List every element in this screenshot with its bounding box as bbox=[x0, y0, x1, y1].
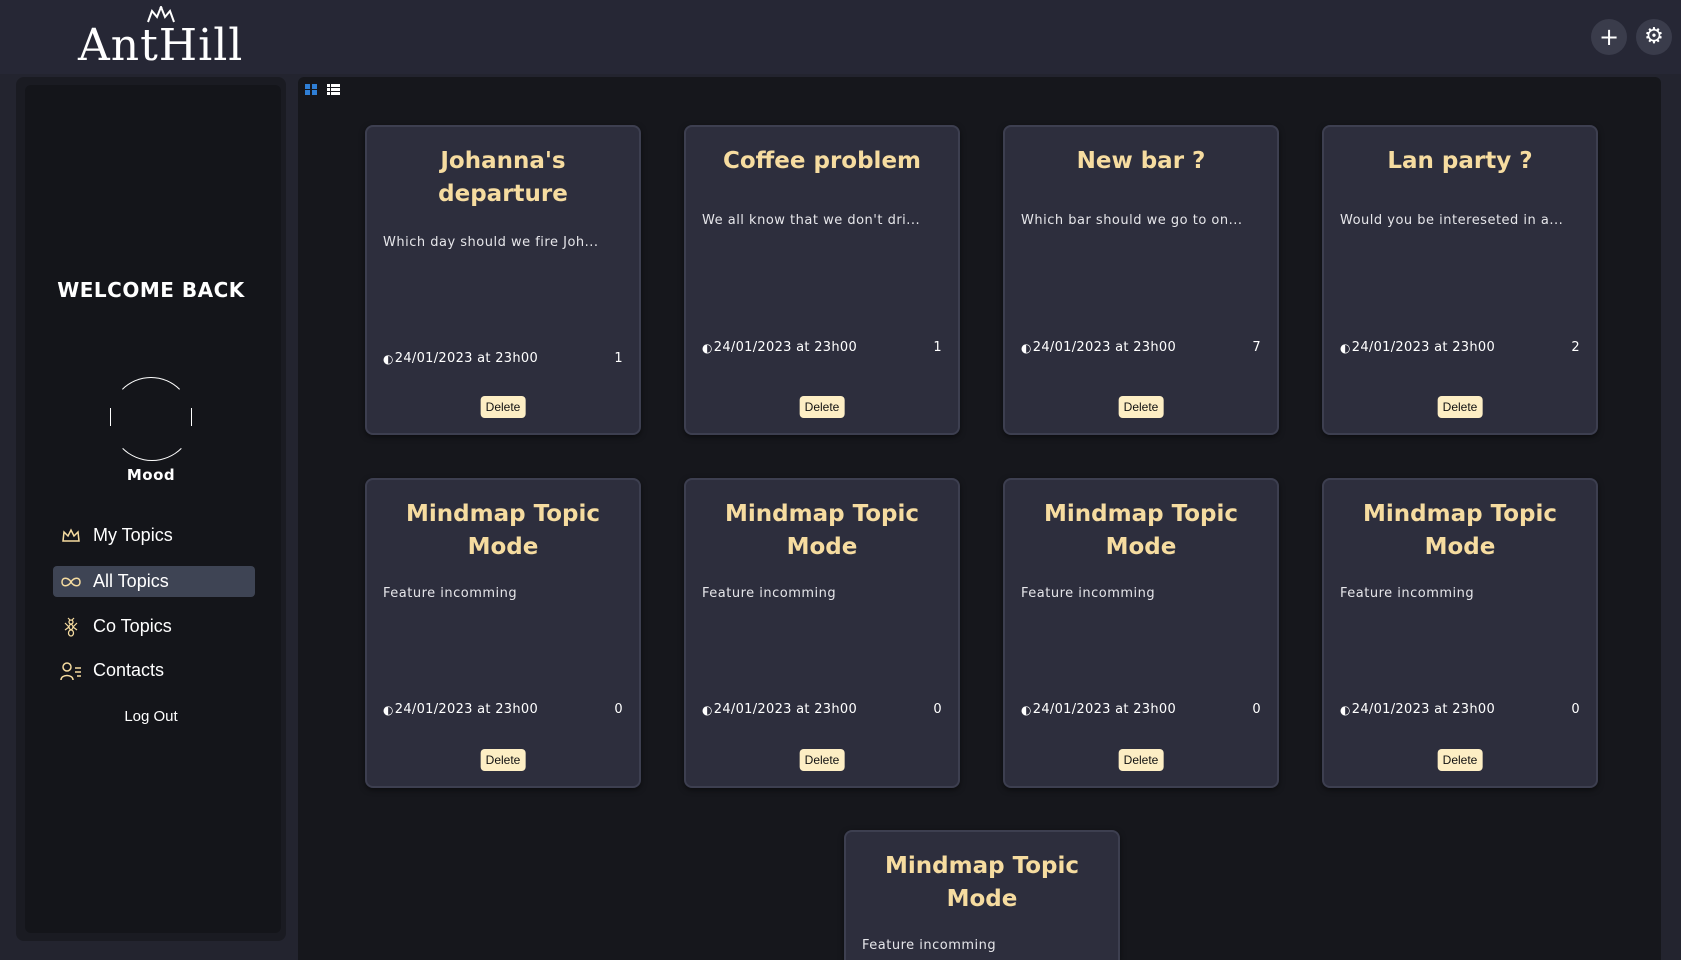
topic-date: 24/01/2023 at 23h00 bbox=[713, 340, 858, 355]
delete-button[interactable]: Delete bbox=[799, 396, 845, 418]
topic-count: 0 bbox=[1252, 702, 1261, 717]
topic-date: 24/01/2023 at 23h00 bbox=[394, 702, 539, 717]
topic-meta: ◐ 24/01/2023 at 23h00 0 bbox=[1340, 702, 1580, 717]
clock-icon: ◐ bbox=[1340, 340, 1351, 355]
topic-card[interactable]: Mindmap Topic Mode Feature incomming ◐ 2… bbox=[1003, 478, 1279, 788]
sidebar-item-my-topics[interactable]: My Topics bbox=[53, 520, 255, 551]
topic-count: 0 bbox=[614, 702, 623, 717]
sidebar-item-label: Contacts bbox=[93, 660, 165, 680]
topic-card[interactable]: Johanna's departure Which day should we … bbox=[365, 125, 641, 435]
topic-count: 1 bbox=[933, 340, 942, 355]
topic-title: New bar ? bbox=[1076, 148, 1206, 174]
topic-card[interactable]: Mindmap Topic Mode Feature incomming bbox=[844, 830, 1120, 960]
sidebar-item-co-topics[interactable]: Co Topics bbox=[53, 611, 255, 642]
mood-indicator[interactable] bbox=[110, 377, 194, 461]
topic-card[interactable]: Mindmap Topic Mode Feature incomming ◐ 2… bbox=[684, 478, 960, 788]
topic-card[interactable]: New bar ? Which bar should we go to on..… bbox=[1003, 125, 1279, 435]
topic-card[interactable]: Mindmap Topic Mode Feature incomming ◐ 2… bbox=[365, 478, 641, 788]
topic-title: Johanna's departure bbox=[438, 148, 568, 207]
topic-date: 24/01/2023 at 23h00 bbox=[394, 351, 539, 366]
logo-text: AntHill bbox=[78, 20, 244, 71]
topic-card[interactable]: Lan party ? Would you be intereseted in … bbox=[1322, 125, 1598, 435]
topic-count: 7 bbox=[1252, 340, 1261, 355]
clock-icon: ◐ bbox=[383, 351, 394, 366]
ant-icon bbox=[59, 617, 83, 637]
topic-title: Mindmap Topic Mode bbox=[1363, 501, 1557, 560]
topic-card[interactable]: Mindmap Topic Mode Feature incomming ◐ 2… bbox=[1322, 478, 1598, 788]
delete-button[interactable]: Delete bbox=[1437, 396, 1483, 418]
sidebar-item-label: All Topics bbox=[93, 571, 169, 591]
topic-meta: ◐ 24/01/2023 at 23h00 0 bbox=[383, 702, 623, 717]
clock-icon: ◐ bbox=[1021, 340, 1032, 355]
contacts-icon bbox=[59, 661, 83, 681]
settings-button[interactable]: ⚙ bbox=[1636, 19, 1672, 55]
topic-description: We all know that we don't dri... bbox=[702, 213, 921, 228]
sidebar-item-label: My Topics bbox=[93, 525, 173, 545]
add-topic-button[interactable]: + bbox=[1591, 19, 1627, 55]
topic-meta: ◐ 24/01/2023 at 23h00 7 bbox=[1021, 340, 1261, 355]
topic-count: 1 bbox=[614, 351, 623, 366]
topic-date: 24/01/2023 at 23h00 bbox=[1032, 702, 1177, 717]
topic-description: Feature incomming bbox=[1340, 586, 1475, 601]
topic-meta: ◐ 24/01/2023 at 23h00 0 bbox=[1021, 702, 1261, 717]
topic-title: Mindmap Topic Mode bbox=[885, 853, 1079, 912]
topic-title: Coffee problem bbox=[722, 148, 922, 174]
sidebar-item-contacts[interactable]: Contacts bbox=[53, 655, 255, 686]
list-view-icon[interactable] bbox=[327, 84, 340, 96]
topic-description: Feature incomming bbox=[383, 586, 518, 601]
topic-date: 24/01/2023 at 23h00 bbox=[713, 702, 858, 717]
plus-icon: + bbox=[1598, 23, 1620, 51]
topic-title: Mindmap Topic Mode bbox=[725, 501, 919, 560]
delete-button[interactable]: Delete bbox=[799, 749, 845, 771]
crown-icon bbox=[59, 526, 83, 546]
anthill-logo[interactable]: AntHill bbox=[78, 6, 242, 70]
top-header: AntHill + ⚙ bbox=[0, 0, 1681, 74]
topic-date: 24/01/2023 at 23h00 bbox=[1351, 340, 1496, 355]
delete-button[interactable]: Delete bbox=[1118, 749, 1164, 771]
welcome-heading: WELCOME BACK bbox=[57, 278, 245, 302]
logout-link[interactable]: Log Out bbox=[24, 708, 278, 725]
topic-card[interactable]: Coffee problem We all know that we don't… bbox=[684, 125, 960, 435]
topic-meta: ◐ 24/01/2023 at 23h00 1 bbox=[383, 351, 623, 366]
topic-description: Which day should we fire Joh... bbox=[383, 235, 599, 250]
clock-icon: ◐ bbox=[702, 340, 713, 355]
grid-view-icon[interactable] bbox=[305, 84, 318, 96]
topic-count: 0 bbox=[1571, 702, 1580, 717]
topic-description: Which bar should we go to on... bbox=[1021, 213, 1243, 228]
mood-ring-mark bbox=[191, 408, 192, 426]
clock-icon: ◐ bbox=[1021, 702, 1032, 717]
clock-icon: ◐ bbox=[702, 702, 713, 717]
delete-button[interactable]: Delete bbox=[1118, 396, 1164, 418]
clock-icon: ◐ bbox=[383, 702, 394, 717]
topic-count: 0 bbox=[933, 702, 942, 717]
mood-ring-mark bbox=[110, 408, 111, 426]
sidebar-item-all-topics[interactable]: All Topics bbox=[53, 566, 255, 597]
topic-title: Mindmap Topic Mode bbox=[1044, 501, 1238, 560]
delete-button[interactable]: Delete bbox=[1437, 749, 1483, 771]
topic-date: 24/01/2023 at 23h00 bbox=[1032, 340, 1177, 355]
topic-description: Feature incomming bbox=[862, 938, 997, 953]
topic-title: Lan party ? bbox=[1387, 148, 1533, 174]
clock-icon: ◐ bbox=[1340, 702, 1351, 717]
topic-title: Mindmap Topic Mode bbox=[406, 501, 600, 560]
topic-description: Feature incomming bbox=[1021, 586, 1156, 601]
topic-count: 2 bbox=[1571, 340, 1580, 355]
topic-description: Would you be intereseted in a... bbox=[1340, 213, 1564, 228]
infinity-icon bbox=[59, 572, 83, 592]
mood-label: Mood bbox=[126, 466, 176, 484]
topic-meta: ◐ 24/01/2023 at 23h00 0 bbox=[702, 702, 942, 717]
delete-button[interactable]: Delete bbox=[480, 396, 526, 418]
topic-meta: ◐ 24/01/2023 at 23h00 2 bbox=[1340, 340, 1580, 355]
sidebar-item-label: Co Topics bbox=[93, 616, 172, 636]
topic-date: 24/01/2023 at 23h00 bbox=[1351, 702, 1496, 717]
sidebar-panel bbox=[25, 85, 281, 933]
delete-button[interactable]: Delete bbox=[480, 749, 526, 771]
topic-meta: ◐ 24/01/2023 at 23h00 1 bbox=[702, 340, 942, 355]
gear-icon: ⚙ bbox=[1644, 24, 1664, 49]
topic-description: Feature incomming bbox=[702, 586, 837, 601]
